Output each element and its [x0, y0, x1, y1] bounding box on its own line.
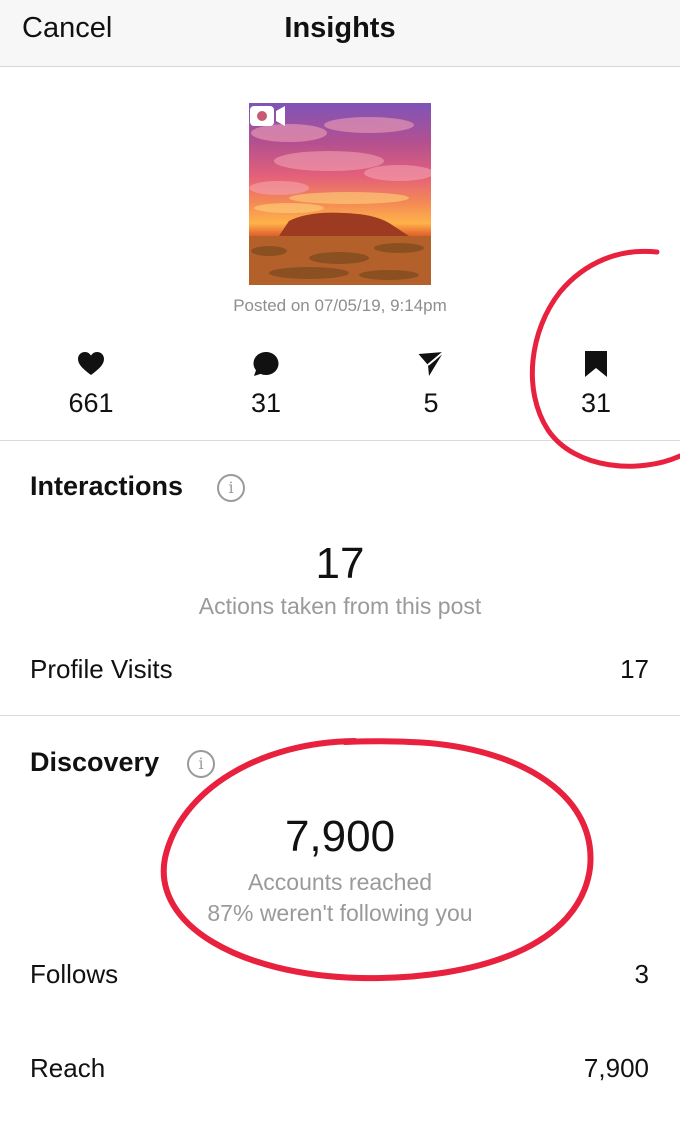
sunset-landscape-image	[249, 117, 431, 285]
saves-stat: 31	[536, 350, 656, 419]
discovery-heading: Discovery	[30, 747, 160, 777]
interactions-info-icon[interactable]: i	[217, 474, 245, 502]
video-icon	[250, 106, 285, 126]
interactions-caption: Actions taken from this post	[198, 593, 482, 619]
reach-label: Reach	[30, 1053, 106, 1083]
shares-count: 5	[423, 388, 439, 418]
comment-icon	[253, 352, 279, 376]
posted-date: Posted on 07/05/19, 9:14pm	[233, 296, 447, 315]
page-title: Insights	[284, 12, 396, 44]
reach-value: 7,900	[583, 1053, 649, 1083]
saves-count: 31	[580, 388, 612, 418]
follows-value: 3	[634, 959, 649, 989]
discovery-info-icon[interactable]: i	[187, 750, 215, 778]
send-icon	[418, 351, 445, 376]
post-thumbnail[interactable]	[249, 103, 431, 285]
discovery-total: 7,900	[284, 812, 396, 861]
divider	[0, 715, 680, 716]
profile-visits-label: Profile Visits	[30, 654, 173, 684]
comments-count: 31	[250, 388, 282, 418]
likes-count: 661	[68, 388, 114, 418]
likes-stat: 661	[31, 350, 151, 419]
accounts-reached-caption: Accounts reached	[247, 869, 433, 895]
comments-stat: 31	[206, 350, 326, 419]
heart-icon	[78, 352, 104, 375]
follows-label: Follows	[30, 959, 119, 989]
divider	[0, 440, 680, 441]
nav-bar: Cancel Insights	[0, 0, 680, 67]
interactions-total: 17	[315, 539, 365, 588]
profile-visits-value: 17	[620, 654, 649, 684]
shares-stat: 5	[371, 350, 491, 419]
non-followers-caption: 87% weren't following you	[207, 900, 473, 926]
interactions-heading: Interactions	[30, 471, 184, 501]
bookmark-icon	[585, 351, 607, 377]
